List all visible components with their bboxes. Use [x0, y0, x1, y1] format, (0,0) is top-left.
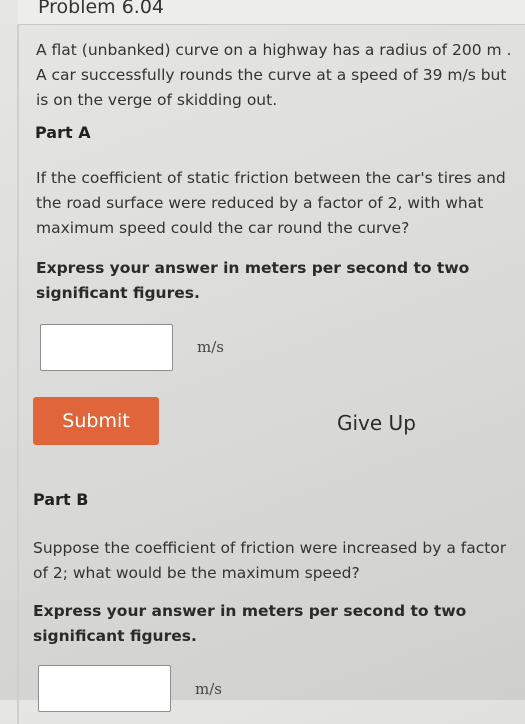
- part-a-unit: m/s: [197, 338, 224, 356]
- left-divider: [17, 24, 19, 724]
- part-a-answer-input[interactable]: [40, 324, 173, 371]
- problem-title: Problem 6.04: [38, 0, 165, 18]
- part-a-question: If the coefficient of static friction be…: [36, 169, 506, 237]
- part-a-label: Part A: [35, 123, 91, 142]
- part-b-answer-input[interactable]: [38, 665, 171, 712]
- give-up-link[interactable]: Give Up: [337, 411, 416, 435]
- part-b-unit: m/s: [195, 680, 222, 698]
- submit-button[interactable]: Submit: [33, 397, 159, 445]
- part-b-instruction: Express your answer in meters per second…: [33, 602, 467, 645]
- part-b-label: Part B: [33, 490, 89, 509]
- problem-intro: A flat (unbanked) curve on a highway has…: [36, 41, 512, 109]
- problem-page: Problem 6.04 A flat (unbanked) curve on …: [0, 0, 525, 724]
- part-a-instruction: Express your answer in meters per second…: [36, 259, 470, 302]
- part-b-question: Suppose the coefficient of friction were…: [33, 539, 507, 582]
